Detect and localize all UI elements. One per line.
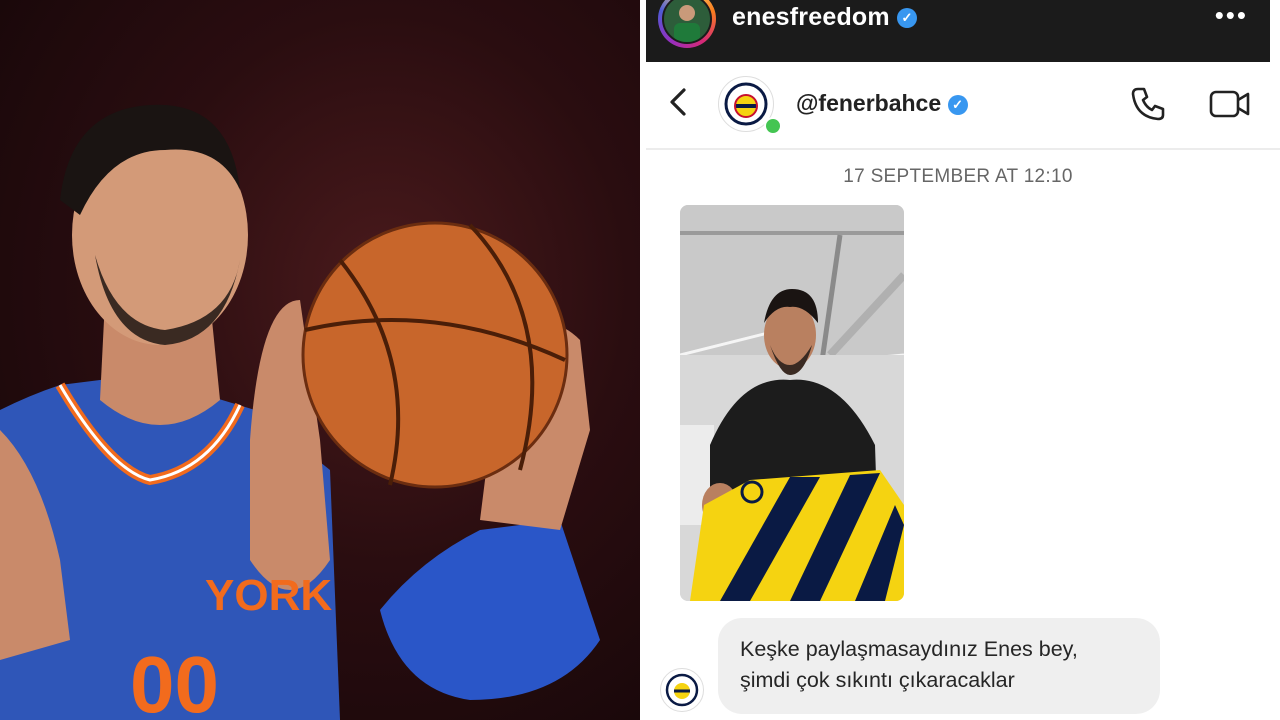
- verified-badge-icon: ✓: [896, 8, 917, 29]
- svg-text:00: 00: [130, 640, 219, 720]
- message-text-line: Keşke paylaşmasaydınız Enes bey,: [740, 637, 1078, 661]
- message-timestamp: 17 SEPTEMBER AT 12:10: [843, 166, 1073, 187]
- man-holding-jersey-image: [680, 205, 904, 601]
- message-bubble[interactable]: Keşke paylaşmasaydınız Enes bey, şimdi ç…: [718, 618, 1160, 714]
- chat-header: @fenerbahce ✓: [646, 62, 1280, 150]
- profile-username[interactable]: enesfreedom ✓: [732, 3, 917, 32]
- instagram-top-bar: enesfreedom ✓ •••: [646, 0, 1270, 63]
- svg-text:YORK: YORK: [205, 571, 332, 620]
- contact-name[interactable]: @fenerbahce ✓: [796, 90, 968, 117]
- player-free-throw-illustration: YORK 00: [0, 104, 600, 720]
- video-call-icon[interactable]: [1208, 84, 1252, 124]
- message-text-line: şimdi çok sıkıntı çıkaracaklar: [740, 668, 1015, 692]
- verified-badge-icon: ✓: [947, 94, 968, 115]
- back-arrow-icon[interactable]: [658, 78, 704, 124]
- player-photo: YORK 00: [0, 0, 640, 720]
- profile-avatar-image: [662, 0, 712, 44]
- phone-call-icon[interactable]: [1128, 84, 1168, 124]
- contact-name-text: @fenerbahce: [796, 90, 942, 116]
- sender-avatar[interactable]: [660, 668, 704, 712]
- username-text: enesfreedom: [732, 3, 890, 31]
- profile-avatar-story-ring[interactable]: [658, 0, 716, 48]
- shared-photo-message[interactable]: [680, 205, 904, 601]
- online-status-dot: [764, 117, 782, 135]
- more-options-icon[interactable]: •••: [1215, 0, 1248, 31]
- fenerbahce-crest-icon: [665, 673, 699, 707]
